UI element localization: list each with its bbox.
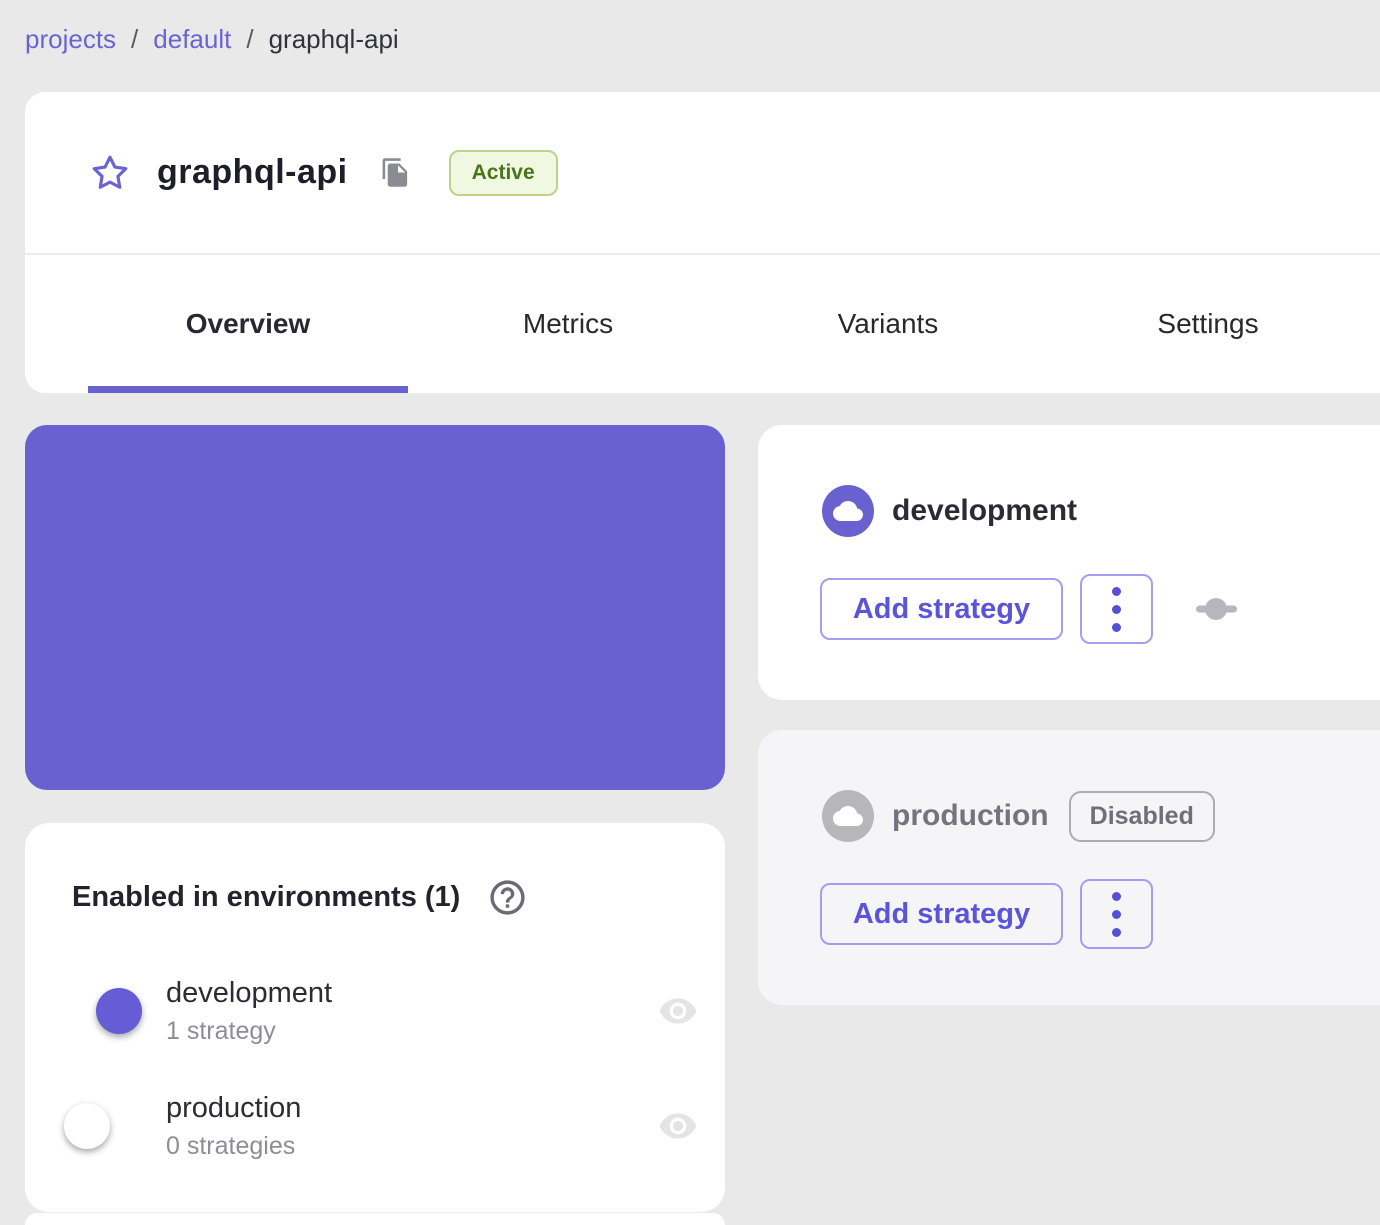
active-tab-indicator — [88, 386, 408, 393]
feature-title-row: graphql-api Active — [25, 92, 1380, 255]
eye-icon — [659, 998, 697, 1024]
environment-row-name: development — [166, 976, 333, 1009]
environment-header: development — [822, 485, 1077, 537]
environment-actions: Add strategy — [820, 574, 1237, 644]
environment-toggle-development[interactable] — [70, 988, 142, 1034]
status-badge: Active — [448, 149, 558, 196]
copy-icon — [382, 158, 407, 187]
strategy-slider-icon — [1196, 597, 1237, 621]
environment-actions: Add strategy — [820, 879, 1153, 949]
environment-row-development: development 1 strategy — [70, 966, 702, 1056]
cloud-icon — [833, 806, 863, 826]
tab-settings-label: Settings — [1157, 308, 1259, 339]
tab-overview[interactable]: Overview — [88, 255, 408, 393]
environment-menu-button[interactable] — [1080, 879, 1153, 949]
visibility-button[interactable] — [654, 991, 702, 1031]
environment-card-production: production Disabled Add strategy — [758, 730, 1380, 1005]
breadcrumb-link-projects[interactable]: projects — [25, 24, 116, 55]
favorite-button[interactable] — [91, 154, 129, 192]
breadcrumb-link-default[interactable]: default — [153, 24, 231, 55]
breadcrumb-current: graphql-api — [268, 24, 399, 54]
tab-variants[interactable]: Variants — [728, 255, 1048, 393]
enabled-environments-card: Enabled in environments (1) development … — [25, 823, 725, 1212]
kebab-dot — [1112, 586, 1121, 596]
help-button[interactable] — [487, 877, 528, 918]
breadcrumb-separator: / — [246, 24, 254, 54]
environment-avatar — [822, 485, 874, 537]
environment-card-development: development Add strategy — [758, 425, 1380, 700]
environment-row-strategies: 0 strategies — [166, 1131, 296, 1160]
next-section-card — [25, 1213, 725, 1225]
feature-header-card: graphql-api Active Overview Metrics Vari… — [25, 92, 1380, 393]
tab-variants-label: Variants — [837, 308, 939, 339]
environment-toggle-production[interactable] — [64, 1103, 136, 1149]
breadcrumb: projects / default / graphql-api — [25, 24, 399, 55]
cloud-icon — [833, 501, 863, 521]
add-strategy-button[interactable]: Add strategy — [820, 578, 1063, 640]
copy-name-button[interactable] — [380, 157, 411, 188]
kebab-dot — [1112, 891, 1121, 901]
tab-overview-label: Overview — [185, 308, 311, 339]
eye-icon — [659, 1113, 697, 1139]
kebab-dot — [1112, 622, 1121, 632]
environment-header: production Disabled — [822, 790, 1215, 842]
tab-metrics-label: Metrics — [522, 308, 614, 339]
breadcrumb-separator: / — [131, 24, 139, 54]
environment-avatar — [822, 790, 874, 842]
tab-settings[interactable]: Settings — [1048, 255, 1368, 393]
environment-row-name: production — [166, 1091, 302, 1124]
toggle-thumb — [64, 1103, 110, 1149]
disabled-badge: Disabled — [1068, 790, 1215, 842]
kebab-dot — [1112, 604, 1121, 614]
enabled-environments-title: Enabled in environments (1) — [72, 881, 461, 913]
kebab-dot — [1112, 909, 1121, 919]
page-title: graphql-api — [157, 153, 348, 191]
environment-name: production — [892, 799, 1049, 832]
visibility-button[interactable] — [654, 1106, 702, 1146]
environment-menu-button[interactable] — [1080, 574, 1153, 644]
toggle-thumb — [96, 988, 142, 1034]
kebab-dot — [1112, 927, 1121, 937]
tab-metrics[interactable]: Metrics — [408, 255, 728, 393]
add-strategy-button[interactable]: Add strategy — [820, 883, 1063, 945]
star-icon — [92, 155, 128, 189]
environment-name: development — [892, 494, 1078, 527]
environment-row-production: production 0 strategies — [64, 1081, 702, 1171]
help-icon — [490, 880, 525, 915]
feature-tabs: Overview Metrics Variants Settings — [88, 255, 1368, 393]
toggle-type-card: Release toggle Project: default No descr… — [25, 425, 725, 1156]
environment-row-strategies: 1 strategy — [166, 1016, 276, 1045]
